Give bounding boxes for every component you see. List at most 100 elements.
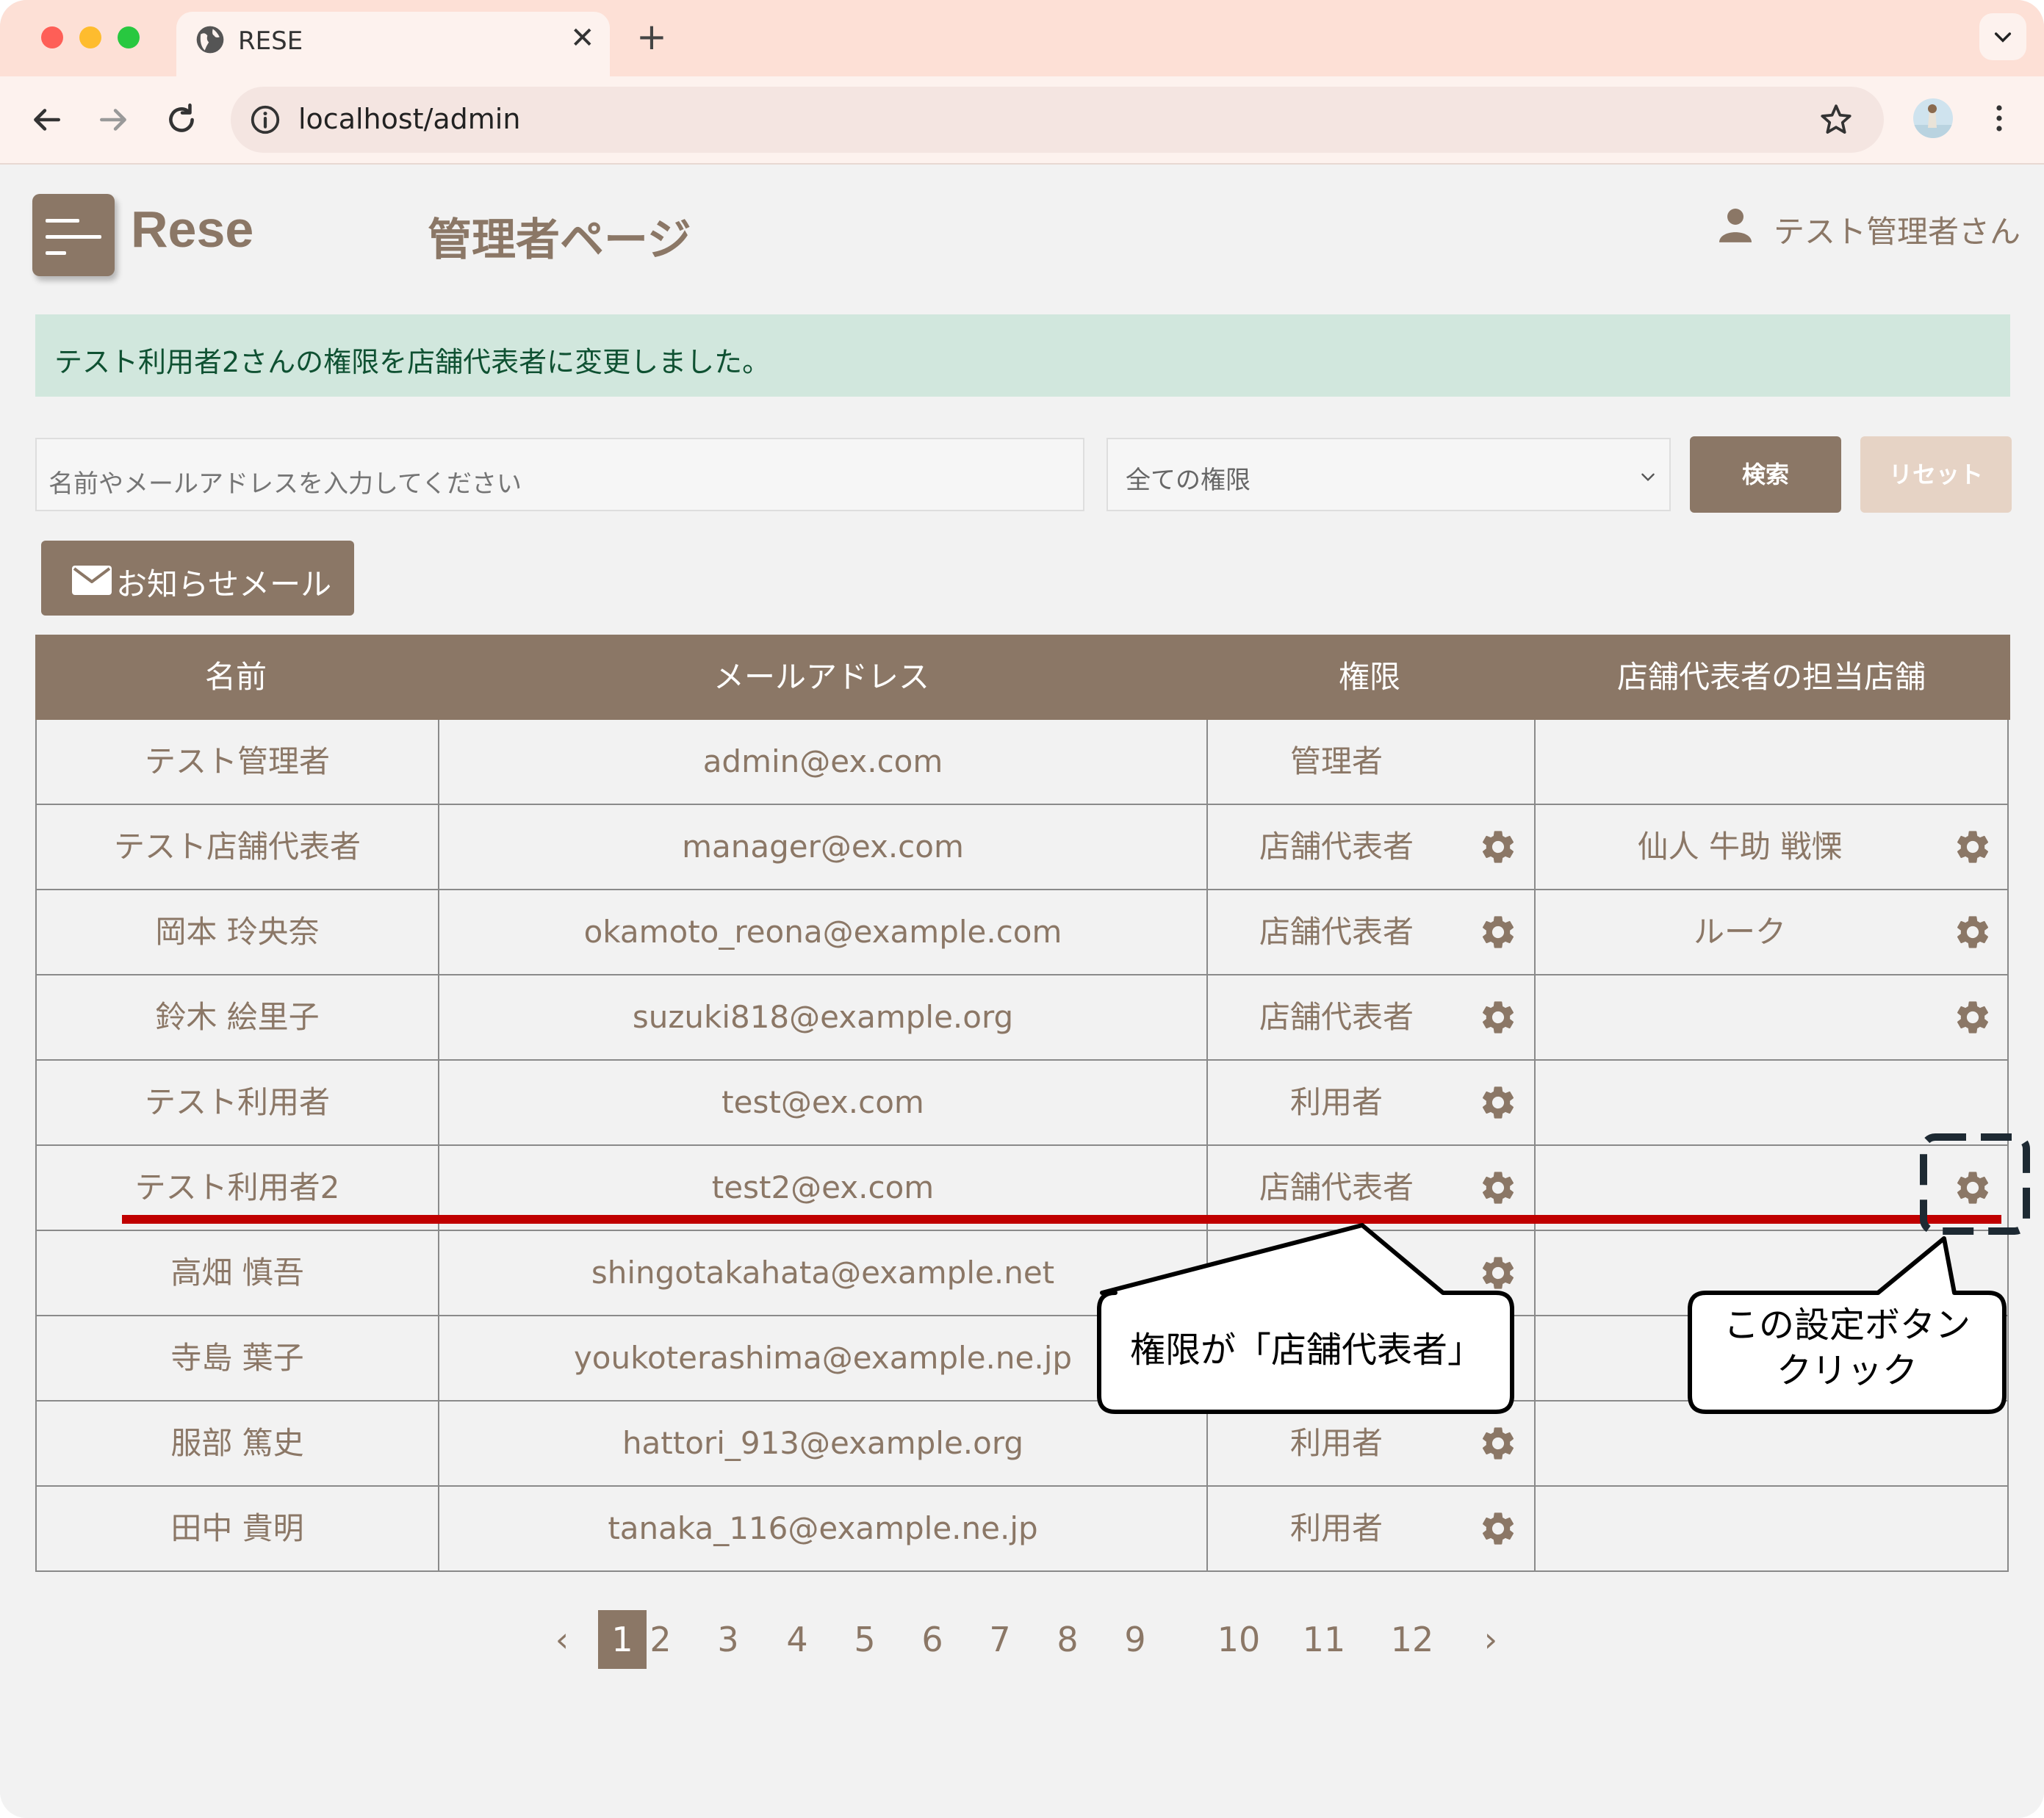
reset-button[interactable]: リセット <box>1860 436 2012 513</box>
tab-search-button[interactable] <box>1979 13 2026 60</box>
table-row: テスト店舗代表者 manager@ex.com 店舗代表者 仙人 牛助 戦慄 <box>35 805 2009 890</box>
page-title: 管理者ページ <box>428 214 691 266</box>
pagination-page[interactable]: 11 <box>1295 1610 1353 1669</box>
cell-role: 利用者 <box>1289 1255 1383 1291</box>
maximize-window-button[interactable] <box>118 26 140 48</box>
cell-role: 店舗代表者 <box>1259 829 1414 865</box>
browser-toolbar: localhost/admin <box>0 76 2044 165</box>
role-settings-gear-icon[interactable] <box>1478 1509 1518 1548</box>
cell-email: youkoterashima@example.ne.jp <box>573 1340 1073 1376</box>
pagination-page[interactable]: 2 <box>636 1610 685 1669</box>
shop-settings-gear-icon[interactable] <box>1953 912 1993 952</box>
pagination-page[interactable]: 4 <box>773 1610 821 1669</box>
browser-tab-bar: RESE ✕ + <box>0 0 2044 76</box>
cell-email: test@ex.com <box>721 1084 924 1120</box>
browser-window: RESE ✕ + localhost/admin Rese 管理者ページ テスト… <box>0 0 2044 1818</box>
profile-avatar[interactable] <box>1913 98 1953 138</box>
table-row: 岡本 玲央奈 okamoto_reona@example.com 店舗代表者 ルーク <box>35 890 2009 975</box>
address-bar[interactable]: localhost/admin <box>231 87 1884 153</box>
site-info-icon[interactable] <box>248 103 282 137</box>
pagination-next[interactable]: › <box>1472 1610 1509 1669</box>
pagination-page[interactable]: 8 <box>1043 1610 1092 1669</box>
header-shop: 店舗代表者の担当店舗 <box>1616 659 1926 695</box>
minimize-window-button[interactable] <box>79 26 101 48</box>
role-settings-gear-icon[interactable] <box>1478 998 1518 1037</box>
cell-name: 岡本 玲央奈 <box>155 914 320 950</box>
table-row: テスト管理者 admin@ex.com 管理者 <box>35 720 2009 805</box>
chevron-down-icon <box>1641 473 1655 482</box>
pagination-page[interactable]: 5 <box>841 1610 889 1669</box>
cell-email: test2@ex.com <box>711 1169 935 1205</box>
settings-callout-line2: クリック <box>1776 1350 1918 1391</box>
header-role: 権限 <box>1338 659 1400 695</box>
cell-email: tanaka_116@example.ne.jp <box>608 1510 1038 1546</box>
cell-role: 店舗代表者 <box>1259 914 1414 950</box>
person-icon <box>1719 209 1752 242</box>
pagination-prev[interactable]: ‹ <box>544 1610 580 1669</box>
role-settings-gear-icon[interactable] <box>1478 1168 1518 1208</box>
close-tab-icon[interactable]: ✕ <box>570 22 595 54</box>
cell-name: 服部 篤史 <box>170 1425 304 1461</box>
table-row: 服部 篤史 hattori_913@example.org 利用者 <box>35 1402 2009 1487</box>
cell-email: okamoto_reona@example.com <box>583 914 1062 950</box>
hamburger-menu-button[interactable] <box>32 194 115 276</box>
cell-role: 利用者 <box>1289 1425 1383 1461</box>
cell-name: テスト管理者 <box>144 743 330 779</box>
table-header: 名前 メールアドレス 権限 店舗代表者の担当店舗 <box>35 635 2010 720</box>
cell-name: 鈴木 絵里子 <box>155 999 320 1035</box>
cell-shop: 仙人 牛助 戦慄 <box>1637 829 1843 865</box>
table-row: テスト利用者2 test2@ex.com 店舗代表者 <box>35 1146 2009 1231</box>
user-name: テスト管理者さん <box>1774 214 2021 250</box>
search-button[interactable]: 検索 <box>1690 436 1841 513</box>
header-email: メールアドレス <box>713 659 929 695</box>
bookmark-star-icon[interactable] <box>1818 101 1854 138</box>
role-filter-value: 全ての権限 <box>1126 466 1250 495</box>
cell-role: 利用者 <box>1289 1084 1383 1120</box>
admin-page: Rese 管理者ページ テスト管理者さん テスト利用者2さんの権限を店舗代表者に… <box>0 165 2044 1818</box>
cell-email: shingotakahata@example.net <box>591 1255 1055 1291</box>
search-input[interactable] <box>35 438 1084 511</box>
role-settings-gear-icon[interactable] <box>1478 827 1518 867</box>
cell-name: テスト利用者 <box>144 1084 330 1120</box>
browser-menu-icon[interactable] <box>1988 100 2010 137</box>
shop-settings-gear-icon[interactable] <box>1953 827 1993 867</box>
cell-role: 利用者 <box>1289 1510 1383 1546</box>
pagination-page[interactable]: 3 <box>704 1610 752 1669</box>
back-arrow-icon[interactable] <box>28 101 65 138</box>
shop-settings-gear-icon[interactable] <box>1953 998 1993 1037</box>
site-logo[interactable]: Rese <box>131 200 253 259</box>
close-window-button[interactable] <box>41 26 63 48</box>
role-settings-gear-icon[interactable] <box>1478 1424 1518 1463</box>
cell-shop <box>1536 1402 1944 1485</box>
cell-shop <box>1536 1061 1944 1144</box>
table-row: 鈴木 絵里子 suzuki818@example.org 店舗代表者 <box>35 975 2009 1061</box>
role-settings-gear-icon[interactable] <box>1478 1083 1518 1122</box>
reload-icon[interactable] <box>163 101 200 138</box>
cell-role: 管理者 <box>1289 743 1383 779</box>
url-text: localhost/admin <box>298 103 521 135</box>
shop-settings-gear-icon[interactable] <box>1953 1168 1993 1208</box>
pagination-page[interactable]: 6 <box>908 1610 957 1669</box>
cell-shop: ルーク <box>1693 914 1786 950</box>
pagination-page[interactable]: 12 <box>1383 1610 1442 1669</box>
pagination-page[interactable]: 9 <box>1111 1610 1159 1669</box>
notification-mail-button[interactable]: お知らせメール <box>41 541 354 616</box>
table-row: 田中 貴明 tanaka_116@example.ne.jp 利用者 <box>35 1487 2009 1572</box>
role-callout-text: 権限が「店舗代表者」 <box>1129 1330 1483 1371</box>
flash-message: テスト利用者2さんの権限を店舗代表者に変更しました。 <box>35 314 2010 397</box>
cell-shop <box>1536 1487 1944 1570</box>
cell-shop <box>1536 1231 1944 1315</box>
browser-tab[interactable]: RESE ✕ <box>176 12 610 76</box>
tab-title: RESE <box>238 26 303 56</box>
role-settings-gear-icon[interactable] <box>1478 912 1518 952</box>
role-filter-select[interactable]: 全ての権限 <box>1106 438 1671 511</box>
cell-name: 田中 貴明 <box>170 1510 304 1546</box>
pagination-page[interactable]: 7 <box>976 1610 1024 1669</box>
cell-name: 高畑 慎吾 <box>170 1255 304 1291</box>
globe-icon <box>196 26 224 54</box>
role-settings-gear-icon[interactable] <box>1478 1253 1518 1293</box>
pagination-page[interactable]: 10 <box>1209 1610 1268 1669</box>
forward-arrow-icon[interactable] <box>96 101 132 138</box>
new-tab-button[interactable]: + <box>636 16 667 57</box>
avatar-image <box>1913 104 1953 138</box>
